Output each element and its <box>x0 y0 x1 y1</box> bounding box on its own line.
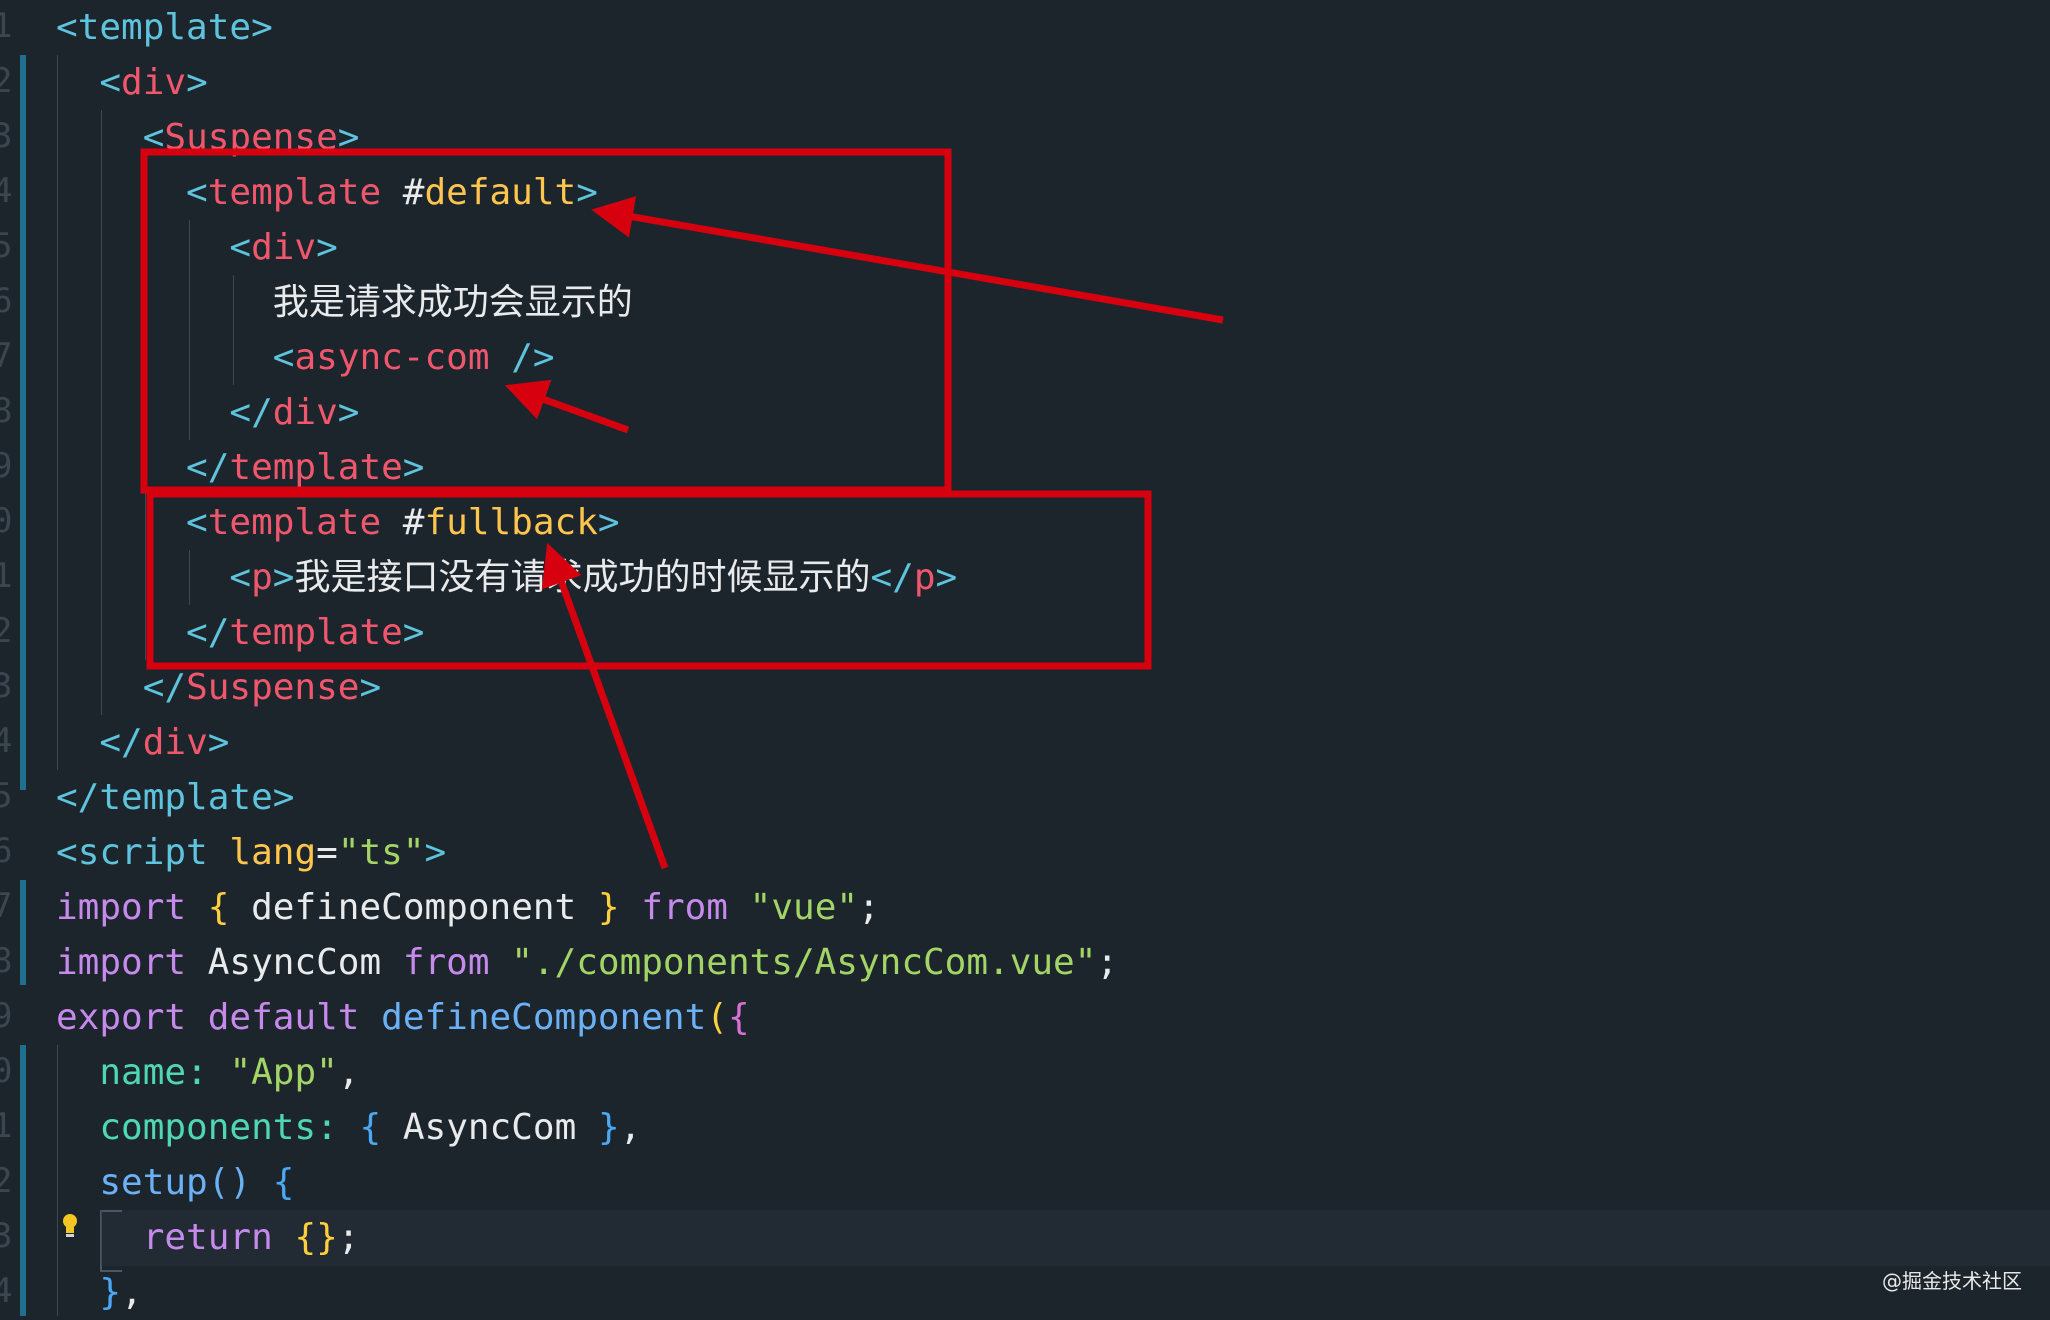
annotation-arrow <box>504 379 630 434</box>
annotation-arrow <box>591 196 1224 324</box>
annotation-arrow <box>541 542 669 870</box>
annotation-overlay <box>140 148 1224 870</box>
highlight-box-fallback-slot <box>146 490 1152 670</box>
code-editor[interactable]: 1 2 3 4 5 6 7 8 9 0 1 2 3 4 5 6 7 8 9 0 … <box>0 0 2050 1316</box>
highlight-box-default-slot <box>140 148 952 494</box>
watermark: @掘金技术社区 <box>1882 1269 2022 1293</box>
